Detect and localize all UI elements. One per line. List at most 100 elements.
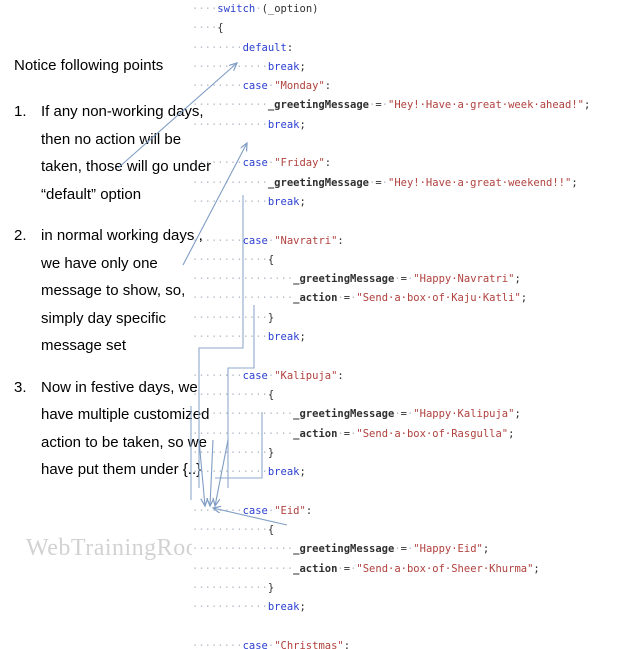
code-line[interactable]: ············break; (192, 598, 620, 617)
code-token-pn: ; (508, 427, 515, 440)
code-token-pn: ; (299, 118, 306, 131)
whitespace-dots-icon: ···· (192, 3, 218, 15)
code-line[interactable]: ············_greetingMessage·=·"Hey!·Hav… (192, 174, 620, 193)
code-line[interactable]: ········case·"Christmas": (192, 637, 620, 649)
code-line[interactable]: ············{ (192, 251, 620, 270)
code-token-pn: { (217, 22, 224, 35)
screenshot-root: WebTrainingRoom ····switch·(_option) ····… (0, 0, 620, 649)
code-line[interactable]: ················_greetingMessage·=·"Happ… (192, 405, 620, 424)
code-line[interactable]: ············{ (192, 521, 620, 540)
watermark: WebTrainingRoom (26, 535, 218, 561)
code-line[interactable] (192, 347, 620, 366)
code-line[interactable]: ················_greetingMessage·=·"Happ… (192, 270, 620, 289)
code-token-kw: default (242, 41, 287, 54)
code-line[interactable]: ············break; (192, 58, 620, 77)
code-token-pn: : (324, 80, 332, 93)
code-line[interactable]: ············} (192, 309, 620, 328)
code-token-kw: break (267, 601, 300, 614)
code-token-pn: { (267, 388, 275, 401)
code-token-pn: ; (299, 331, 306, 344)
whitespace-dots-icon: ················ (192, 543, 294, 556)
whitespace-dots-icon: ················ (192, 562, 294, 575)
code-token-str: "Hey!·Have·a·great·week·ahead!" (388, 99, 584, 112)
code-token-id: _greetingMessage (293, 273, 395, 286)
code-token-pn: { (267, 524, 275, 537)
code-token-str: "Eid" (274, 504, 306, 517)
note-number-1: 1. (14, 103, 27, 120)
code-line[interactable]: ················_action·=·"Send·a·box·of… (192, 289, 620, 308)
note-item-1: 1. If any non-working days, then no acti… (14, 98, 214, 208)
code-token-str: "Christmas" (274, 639, 344, 649)
note-text-1: If any non-working days, then no action … (41, 103, 212, 203)
code-line[interactable]: ····{ (192, 19, 620, 38)
code-token-pn: ; (482, 543, 490, 556)
code-line[interactable]: ················_action·=·"Send·a·box·of… (192, 560, 620, 579)
code-token-str: "Kalipuja" (274, 369, 338, 382)
code-token-kw: case (242, 639, 268, 649)
code-line[interactable]: ····switch·(_option) (192, 0, 620, 19)
code-line[interactable]: ········case·"Eid": (192, 502, 620, 521)
code-token-str: "Hey!·Have·a·great·weekend!!" (388, 176, 572, 189)
code-token-kw: case (242, 369, 268, 382)
code-line[interactable]: ············_greetingMessage·=·"Hey!·Hav… (192, 96, 620, 115)
code-token-pn: : (286, 41, 294, 54)
whitespace-dots-icon: ···· (192, 22, 218, 35)
code-token-pn: ; (299, 60, 306, 73)
code-token-str: "Navratri" (274, 234, 338, 247)
note-item-2: 2. in normal working days , we have only… (14, 222, 214, 360)
note-text-2: in normal working days , we have only on… (41, 227, 203, 354)
code-line[interactable]: ············break; (192, 116, 620, 135)
code-line[interactable]: ················_greetingMessage·=·"Happ… (192, 540, 620, 559)
code-line[interactable] (192, 618, 620, 637)
code-token-kw: case (242, 504, 268, 517)
code-token-pn: ; (520, 292, 528, 305)
code-token-kw: break (267, 331, 300, 344)
code-line[interactable]: ············break; (192, 328, 620, 347)
code-line[interactable]: ············{ (192, 386, 620, 405)
code-line[interactable]: ········case·"Navratri": (192, 232, 620, 251)
code-token-pn: ; (299, 601, 306, 614)
code-line[interactable]: ················_action·=·"Send·a·box·of… (192, 425, 620, 444)
code-token-kw: case (242, 157, 268, 170)
code-token-pn: ; (571, 176, 578, 189)
code-token-pn: } (267, 446, 275, 459)
code-token-id: _action (293, 427, 338, 440)
code-line[interactable]: ············} (192, 444, 620, 463)
code-line[interactable]: ············} (192, 579, 620, 598)
code-token-str: "Send·a·box·of·Rasgulla" (356, 427, 509, 440)
code-line[interactable]: ········case·"Friday": (192, 154, 620, 173)
code-token-pn: ; (514, 408, 521, 421)
whitespace-dots-icon: ········ (192, 504, 243, 517)
note-item-3: 3. Now in festive days, we have multiple… (14, 374, 214, 484)
code-token-pn: ; (514, 273, 521, 286)
code-token-id: _greetingMessage (293, 408, 395, 421)
code-token-kw: break (267, 60, 300, 73)
code-token-str: "Send·a·box·of·Sheer·Khurma" (356, 562, 534, 575)
code-line[interactable] (192, 482, 620, 501)
code-line[interactable]: ········case·"Monday": (192, 77, 620, 96)
notes-title: Notice following points (14, 57, 164, 74)
code-token-kw: break (267, 118, 300, 131)
code-token-kw: break (267, 466, 300, 479)
code-editor-pane[interactable]: ····switch·(_option) ····{········default… (192, 0, 620, 649)
code-line[interactable]: ········default: (192, 39, 620, 58)
code-token-str: "Happy·Kalipuja" (413, 408, 515, 421)
code-token-str: "Send·a·box·of·Kaju·Katli" (356, 292, 521, 305)
code-token-str: "Friday" (274, 157, 325, 170)
code-token-kw: break (267, 195, 300, 208)
code-token-pn: ; (299, 195, 306, 208)
note-text-3: Now in festive days, we have multiple cu… (41, 378, 210, 479)
code-token-pn: : (324, 157, 332, 170)
code-token-pn: : (343, 639, 351, 649)
code-line[interactable]: ············break; (192, 463, 620, 482)
code-token-str: "Happy·Eid" (413, 543, 483, 556)
code-line[interactable] (192, 212, 620, 231)
code-line[interactable]: ········case·"Kalipuja": (192, 367, 620, 386)
code-token-pn: ; (583, 99, 591, 112)
code-token-pn: : (337, 234, 344, 247)
code-token-str: "Monday" (274, 80, 325, 93)
code-line[interactable]: ············break; (192, 193, 620, 212)
whitespace-dots-icon: ············ (192, 601, 268, 614)
code-line[interactable] (192, 135, 620, 154)
code-token-pn: : (337, 369, 344, 382)
